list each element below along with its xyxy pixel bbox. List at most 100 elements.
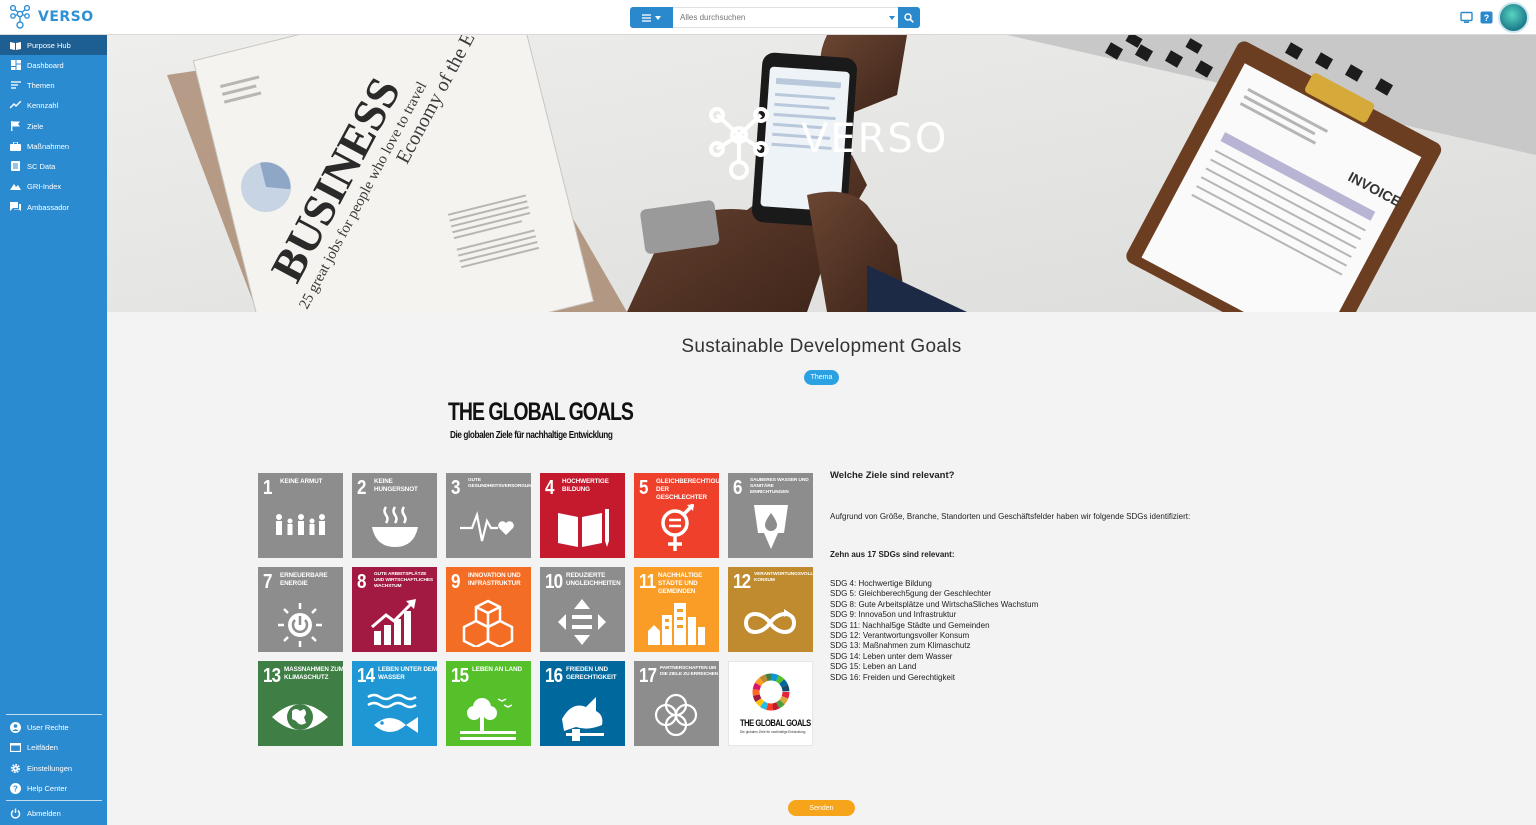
- tile-name: Gute Arbeitsplätze und wirtschaftliches …: [374, 572, 434, 589]
- sdg-tile-13[interactable]: 13 Maßnahmen zum Klimaschutz: [258, 661, 343, 746]
- sidebar-item-purpose-hub[interactable]: Purpose Hub: [0, 35, 107, 55]
- list-item: SDG 8: Gute Arbeitsplätze und WirtschaSl…: [830, 599, 1039, 609]
- sdg-tile-11[interactable]: 11 Nachhaltige Städte und Gemeinden: [634, 567, 719, 652]
- mountain-chart-icon: [10, 181, 21, 192]
- send-button[interactable]: Senden: [788, 800, 855, 816]
- theme-tag[interactable]: Thema: [804, 370, 839, 385]
- svg-text:?: ?: [1484, 13, 1490, 23]
- sdg-tile-14[interactable]: 14 Leben unter dem Wasser: [352, 661, 437, 746]
- tile-name: Erneuerbare Energie: [280, 572, 328, 587]
- sidebar: Purpose Hub Dashboard Themen Kennzahl Zi…: [0, 35, 107, 825]
- water-drop-icon: [754, 505, 788, 549]
- sdg-tile-2[interactable]: 2 Keine Hungersnot: [352, 473, 437, 558]
- search-dropdown-toggle[interactable]: [886, 7, 898, 28]
- tile-number: 6: [733, 477, 742, 499]
- brand-name: VERSO: [38, 9, 94, 25]
- flag-icon: [10, 121, 21, 132]
- user-avatar[interactable]: [1498, 2, 1529, 33]
- power-icon: [10, 808, 21, 819]
- tile-name: Gleichberechtigung der Geschlechter: [656, 478, 719, 501]
- sdg-tile-15[interactable]: 15 Leben an Land: [446, 661, 531, 746]
- tile-number: 8: [357, 571, 366, 593]
- tile-number: 3: [451, 477, 460, 499]
- sidebar-item-kennzahl[interactable]: Kennzahl: [0, 95, 107, 115]
- svg-text:?: ?: [13, 784, 18, 793]
- relevance-question: Welche Ziele sind relevant?: [830, 470, 955, 481]
- rings-icon: [654, 693, 698, 737]
- sdg-tile-7[interactable]: 7 Erneuerbare Energie: [258, 567, 343, 652]
- window-icon: [10, 742, 21, 753]
- help-icon[interactable]: ?: [1480, 11, 1493, 24]
- sidebar-item-dashboard[interactable]: Dashboard: [0, 55, 107, 75]
- list-item: SDG 5: Gleichberech5gung der Geschlechte…: [830, 589, 991, 599]
- newspaper: [192, 35, 594, 312]
- tile-name: Reduzierte Ungleichheiten: [566, 572, 621, 587]
- monitor-icon[interactable]: [1460, 11, 1473, 24]
- sidebar-item-einstellungen[interactable]: Einstellungen: [0, 758, 107, 778]
- top-bar: VERSO ?: [0, 0, 1536, 35]
- logo-tile-subtitle: Die globalen Ziele für nachhaltige Entwi…: [740, 729, 806, 734]
- city-icon: [648, 603, 705, 645]
- document-list-icon: [10, 161, 21, 172]
- logo-tile-title: THE GLOBAL GOALS: [740, 718, 811, 729]
- sidebar-item-ambassador[interactable]: Ambassador: [0, 197, 107, 217]
- sidebar-item-massnahmen[interactable]: Maßnahmen: [0, 136, 107, 156]
- sidebar-item-ziele[interactable]: Ziele: [0, 116, 107, 136]
- chat-bubble-icon: [10, 202, 21, 213]
- tile-number: 12: [733, 571, 751, 593]
- tile-number: 2: [357, 477, 366, 499]
- search-bar: [630, 7, 920, 28]
- sdg-tile-6[interactable]: 6 Sauberes Wasser und sanitäre Einrichtu…: [728, 473, 813, 558]
- logout-button[interactable]: Abmelden: [0, 803, 107, 823]
- sdg-tile-4[interactable]: 4 Hochwertige Bildung: [540, 473, 625, 558]
- list-item: SDG 15: Leben an Land: [830, 662, 917, 672]
- tile-number: 1: [263, 477, 272, 499]
- tile-name: Partnerschaften um die Ziele zu erreiche…: [660, 666, 719, 677]
- sdg-tile-17[interactable]: 17 Partnerschaften um die Ziele zu errei…: [634, 661, 719, 746]
- list-item: SDG 13: Maßnahmen zum Klimaschutz: [830, 641, 971, 651]
- search-filter-button[interactable]: [630, 7, 673, 28]
- trend-line-icon: [10, 100, 21, 111]
- global-goals-logo-tile[interactable]: THE GLOBAL GOALS Die globalen Ziele für …: [728, 661, 813, 746]
- sdg-tile-9[interactable]: 9 Innovation und Infrastruktur: [446, 567, 531, 652]
- sdg-tile-16[interactable]: 16 Frieden und Gerechtigkeit: [540, 661, 625, 746]
- sdg-tile-1[interactable]: 1 Keine Armut: [258, 473, 343, 558]
- tile-name: Keine Armut: [280, 478, 323, 485]
- sdg-tile-3[interactable]: 3 Gute Gesundheitsversorgung: [446, 473, 531, 558]
- brand-logo[interactable]: VERSO: [9, 4, 94, 30]
- global-goals-title: THE GLOBAL GOALS: [448, 398, 634, 426]
- list-item: SDG 11: Nachhal5ge Städte und Gemeinden: [830, 620, 990, 630]
- tile-name: Sauberes Wasser und sanitäre Einrichtung…: [750, 478, 809, 495]
- tile-number: 14: [357, 665, 375, 687]
- sidebar-item-label: Ambassador: [27, 202, 70, 212]
- sidebar-item-help-center[interactable]: ? Help Center: [0, 778, 107, 798]
- sidebar-item-themen[interactable]: Themen: [0, 75, 107, 95]
- sdg-tile-12[interactable]: 12 Verantwortungsvoller Konsum: [728, 567, 813, 652]
- relevance-heading: Zehn aus 17 SDGs sind relevant:: [830, 550, 955, 559]
- tile-name: Keine Hungersnot: [374, 478, 418, 493]
- sidebar-divider: [6, 800, 102, 801]
- main-content: Sustainable Development Goals Thema THE …: [107, 312, 1536, 825]
- sidebar-item-leitfaeden[interactable]: Leitfäden: [0, 737, 107, 757]
- sdg-tile-5[interactable]: 5 Gleichberechtigung der Geschlechter: [634, 473, 719, 558]
- tile-number: 17: [639, 665, 657, 687]
- logout-label: Abmelden: [27, 808, 61, 818]
- search-button[interactable]: [898, 7, 920, 28]
- search-icon: [904, 12, 914, 23]
- search-input[interactable]: [673, 7, 886, 28]
- sdg-grid: 1 Keine Armut 2 Keine Hungersnot 3 Gute …: [258, 473, 813, 747]
- dashboard-icon: [10, 60, 21, 71]
- sidebar-item-sc-data[interactable]: SC Data: [0, 156, 107, 176]
- sdg-tile-10[interactable]: 10 Reduzierte Ungleichheiten: [540, 567, 625, 652]
- sidebar-item-label: Dashboard: [27, 60, 64, 70]
- sdg-tile-8[interactable]: 8 Gute Arbeitsplätze und wirtschaftliche…: [352, 567, 437, 652]
- sidebar-item-label: Einstellungen: [27, 763, 73, 773]
- sidebar-item-label: Maßnahmen: [27, 141, 70, 151]
- list-item: SDG 12: Verantwortungsvoller Konsum: [830, 631, 970, 641]
- hero-banner: BUSINESS Economy of the European Union 2…: [107, 35, 1536, 312]
- page-title: Sustainable Development Goals: [681, 336, 962, 357]
- sidebar-item-label: Help Center: [27, 783, 68, 793]
- sidebar-item-gri-index[interactable]: GRI-Index: [0, 176, 107, 196]
- tile-number: 9: [451, 571, 460, 593]
- sidebar-item-user-rechte[interactable]: User Rechte: [0, 717, 107, 737]
